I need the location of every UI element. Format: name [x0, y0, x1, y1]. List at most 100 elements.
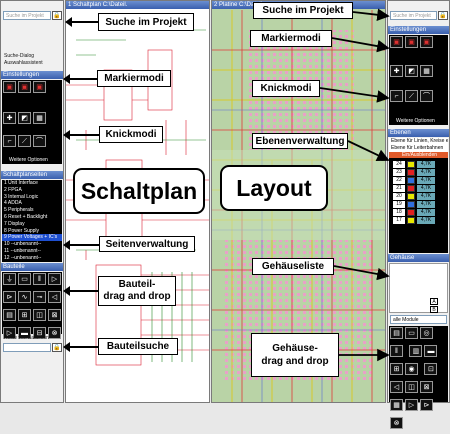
layer-color-swatch[interactable]: [407, 168, 415, 176]
housing-xtal-icon[interactable]: ◫: [405, 381, 418, 393]
parts-search-input[interactable]: [3, 343, 51, 352]
housing-res-icon[interactable]: ▬: [424, 345, 438, 357]
crosshair-icon[interactable]: ✚: [3, 112, 16, 124]
bend-mode-1-icon[interactable]: ⌐: [3, 135, 16, 147]
layer-value: 4,7K: [417, 168, 435, 176]
housing-qfp-icon[interactable]: ⊡: [424, 363, 438, 375]
housing-list[interactable]: A B: [389, 263, 448, 313]
left-settings-title: Einstellungen: [1, 71, 63, 79]
schematic-page-item[interactable]: 3 Internal Logic: [2, 194, 62, 201]
layer-color-swatch[interactable]: [407, 208, 415, 216]
layout-bend-mode-2-icon[interactable]: ⟋: [405, 90, 418, 102]
layout-grid-tool-icon[interactable]: ▦: [420, 65, 433, 77]
layout-mark-mode-1-icon[interactable]: ▣: [390, 36, 403, 48]
part-inductor-icon[interactable]: ∿: [18, 291, 31, 303]
part-led-icon[interactable]: ◁: [48, 291, 61, 303]
housing-select[interactable]: alle Module: [390, 315, 447, 324]
search-dialog-link[interactable]: Suche-Dialog: [4, 53, 34, 60]
schematic-page-item[interactable]: 4 ADDA: [2, 200, 62, 207]
left-settings-tools: ▣ ▣ ▣ ✚ ◩ ▦ ⌐ ⟋ ⌒: [2, 80, 62, 164]
schematic-page-item[interactable]: 12 --unbenannt--: [2, 255, 62, 262]
schematic-page-item[interactable]: 10 --unbenannt--: [2, 241, 62, 248]
mark-tool-icon[interactable]: ◩: [18, 112, 31, 124]
layout-bend-mode-3-icon[interactable]: ⌒: [420, 90, 433, 102]
housing-diode-icon[interactable]: ▷: [405, 399, 418, 411]
part-resistor-icon[interactable]: ▭: [18, 273, 31, 285]
layer-row[interactable]: 21 4,7K: [393, 184, 446, 192]
schematic-page-item[interactable]: 1 Unit Interface: [2, 180, 62, 187]
layout-crosshair-icon[interactable]: ✚: [390, 65, 403, 77]
housing-smd-icon[interactable]: ▭: [405, 327, 418, 339]
layer-row[interactable]: 18 4,7K: [393, 208, 446, 216]
housing-cap-icon[interactable]: ‖: [390, 345, 403, 357]
right-sidebar: Suche im Projekt 🔒 Einstellungen ▣ ▣ ▣ ✚ ◩ ▦…: [387, 0, 450, 429]
left-more-options[interactable]: Weitere Optionen: [9, 157, 48, 164]
parts-search-lock-icon[interactable]: 🔒: [52, 343, 62, 352]
layer-color-swatch[interactable]: [407, 160, 415, 168]
part-ic-icon[interactable]: ▤: [3, 309, 16, 321]
layout-mark-mode-2-icon[interactable]: ▣: [405, 36, 418, 48]
layer-row[interactable]: 19 4,7K: [393, 200, 446, 208]
bend-mode-3-icon[interactable]: ⌒: [33, 135, 46, 147]
schematic-page-item[interactable]: 7 Display: [2, 221, 62, 228]
bend-mode-2-icon[interactable]: ⟋: [18, 135, 31, 147]
layer-color-swatch[interactable]: [407, 216, 415, 224]
layer-color-swatch[interactable]: [407, 176, 415, 184]
callout-part-search: Bauteilsuche: [98, 338, 178, 355]
layout-mark-mode-3-icon[interactable]: ▣: [420, 36, 433, 48]
layout-bend-mode-1-icon[interactable]: ⌐: [390, 90, 403, 102]
callout-part-dnd: Bauteil- drag and drop: [98, 276, 176, 306]
right-more-options[interactable]: Weitere Optionen: [396, 118, 435, 125]
part-crystal-icon[interactable]: ◫: [33, 309, 46, 321]
housing-title: Gehäuse: [388, 254, 449, 262]
housing-led-icon[interactable]: ◁: [390, 381, 403, 393]
search-assistant-link[interactable]: Auswahlassistent: [4, 60, 43, 67]
part-connector-icon[interactable]: ⊞: [18, 309, 31, 321]
part-coil-icon[interactable]: ⊗: [48, 327, 61, 339]
layer-color-swatch[interactable]: [407, 192, 415, 200]
mark-mode-1-icon[interactable]: ▣: [3, 81, 16, 93]
layer-row[interactable]: 17 4,7K: [393, 216, 446, 224]
layout-mark-tool-icon[interactable]: ◩: [405, 65, 418, 77]
housing-dip-icon[interactable]: ▤: [390, 327, 403, 339]
housing-bga-icon[interactable]: ▦: [390, 399, 403, 411]
part-transistor-icon[interactable]: ⊳: [3, 291, 16, 303]
schematic-page-item[interactable]: 9 Power Voltages + IC's: [2, 234, 62, 242]
layer-row[interactable]: 22 4,7K: [393, 176, 446, 184]
schematic-page-item[interactable]: 2 FPGA: [2, 187, 62, 194]
right-search-input[interactable]: Suche im Projekt: [390, 11, 437, 20]
grid-tool-icon[interactable]: ▦: [33, 112, 46, 124]
part-switch-icon[interactable]: ⊸: [33, 291, 46, 303]
arrow-search-left: [65, 17, 98, 27]
left-search-lock-icon[interactable]: 🔒: [52, 11, 62, 20]
arrow-pages: [63, 240, 99, 250]
callout-housing-dnd-line1: Gehäuse-: [272, 343, 318, 354]
layer-row[interactable]: 23 4,7K: [393, 168, 446, 176]
housing-to-icon[interactable]: ◎: [420, 327, 433, 339]
housing-mount-icon[interactable]: ⊗: [390, 417, 403, 429]
housing-via-icon[interactable]: ◉: [405, 363, 418, 375]
layer-number: 21: [393, 184, 405, 192]
part-ground-icon[interactable]: ⏚: [3, 273, 16, 285]
layer-number: 17: [393, 216, 405, 224]
layer-toggle-button[interactable]: Ein/Ausblenden: [389, 151, 448, 159]
left-search-input[interactable]: Suche im Projekt: [3, 11, 51, 20]
schematic-page-item[interactable]: 5 Peripherals: [2, 207, 62, 214]
housing-pin-icon[interactable]: ⊞: [390, 363, 403, 375]
mark-mode-2-icon[interactable]: ▣: [18, 81, 31, 93]
part-relay-icon[interactable]: ⊠: [48, 309, 61, 321]
housing-soic-icon[interactable]: ▥: [409, 345, 423, 357]
schematic-page-item[interactable]: 6 Reset + Backlight: [2, 214, 62, 221]
layer-color-swatch[interactable]: [407, 200, 415, 208]
layer-row[interactable]: 20 4,7K: [393, 192, 446, 200]
schematic-page-item[interactable]: 11 --unbenannt--: [2, 248, 62, 255]
housing-sot-icon[interactable]: ⊳: [420, 399, 433, 411]
layer-row[interactable]: 24 4,7K: [393, 160, 446, 168]
mark-mode-3-icon[interactable]: ▣: [33, 81, 46, 93]
housing-conn-icon[interactable]: ⊠: [420, 381, 433, 393]
part-diode-icon[interactable]: ▷: [48, 273, 61, 285]
part-capacitor-icon[interactable]: ‖: [33, 273, 46, 285]
right-search-lock-icon[interactable]: 🔒: [438, 11, 448, 20]
schematic-page-item[interactable]: 8 Power Supply: [2, 228, 62, 235]
layer-color-swatch[interactable]: [407, 184, 415, 192]
